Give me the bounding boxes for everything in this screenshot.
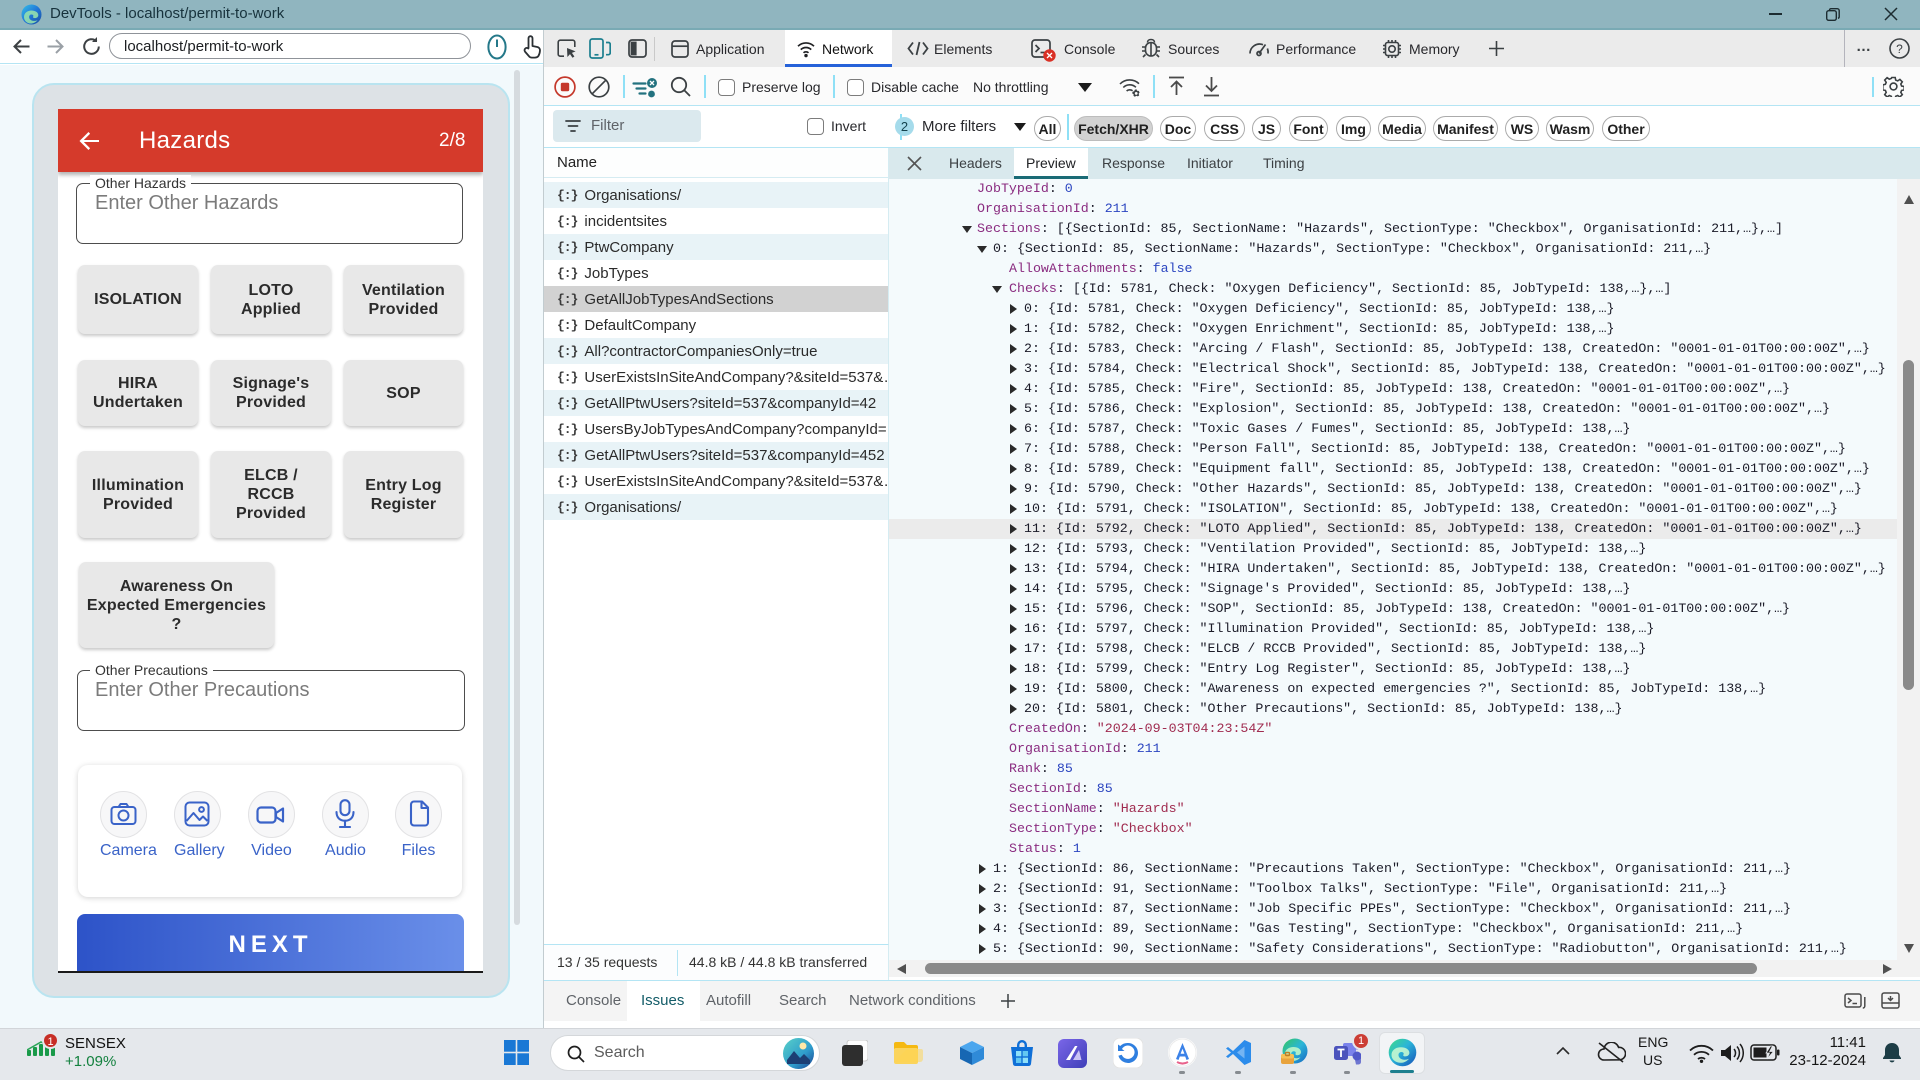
svg-text:?: ? [1896, 42, 1903, 56]
